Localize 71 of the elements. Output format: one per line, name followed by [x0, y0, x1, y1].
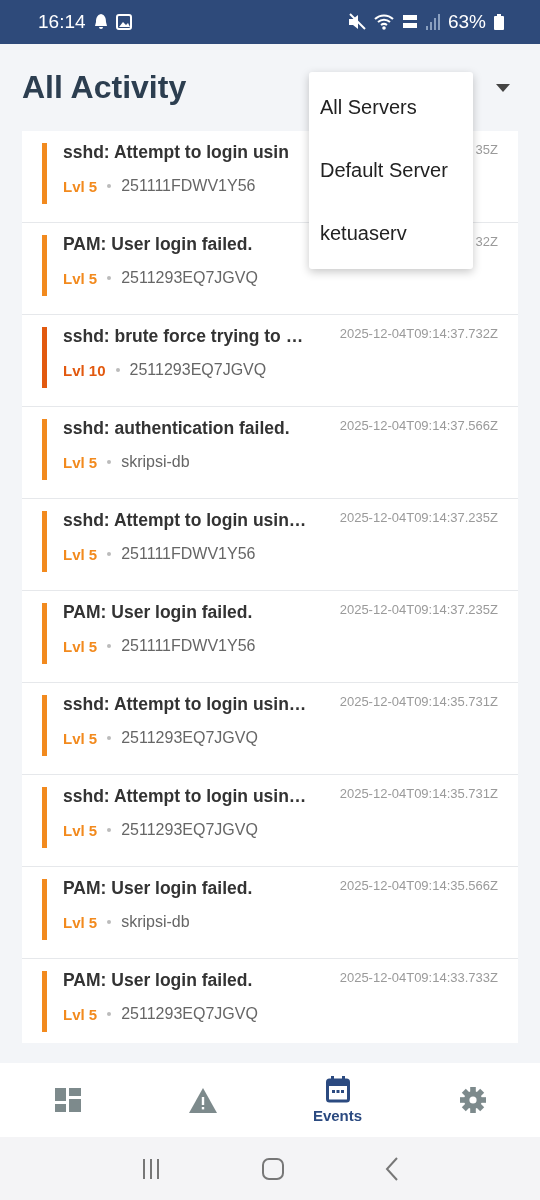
back-icon[interactable] — [385, 1156, 400, 1181]
event-title: sshd: Attempt to login usin… — [63, 786, 308, 807]
event-title: PAM: User login failed. — [63, 970, 254, 991]
event-level: Lvl 5 — [63, 913, 98, 931]
battery-percentage: 63% — [447, 11, 486, 33]
dropdown-caret-icon[interactable] — [496, 83, 510, 92]
event-title: sshd: authentication failed. — [63, 418, 291, 439]
event-timestamp: 2025-12-04T09:14:33.733Z — [339, 970, 498, 985]
event-title: sshd: Attempt to login usin… — [63, 694, 308, 715]
event-timestamp: 2025-12-04T09:14:35.731Z — [339, 786, 498, 801]
event-timestamp: 2025-12-04T09:14:35.566Z — [339, 878, 498, 893]
separator-dot — [107, 1012, 112, 1016]
event-host: 2511293EQ7JGVQ — [129, 361, 267, 379]
event-level: Lvl 5 — [63, 637, 98, 655]
event-title: PAM: User login failed. — [63, 602, 254, 623]
separator-dot — [107, 552, 112, 556]
event-timestamp: 2025-12-04T09:14:37.235Z — [339, 602, 498, 617]
event-timestamp: 2025-12-04T09:14:37.566Z — [339, 418, 498, 433]
recent-apps-icon[interactable] — [140, 1157, 161, 1180]
event-host: 2511293EQ7JGVQ — [121, 1005, 258, 1023]
event-title: sshd: brute force trying to … — [63, 326, 305, 347]
event-level: Lvl 10 — [63, 361, 106, 379]
event-timestamp: 2025-12-04T09:14:35.731Z — [339, 694, 498, 709]
settings-icon — [459, 1087, 486, 1113]
calendar-icon — [325, 1076, 350, 1103]
event-host: 2511293EQ7JGVQ — [121, 729, 258, 747]
menu-item[interactable]: ketuaserv — [309, 202, 473, 265]
dashboard-icon — [54, 1088, 81, 1112]
event-host: skripsi-db — [121, 453, 190, 471]
separator-dot — [115, 368, 120, 372]
event-timestamp: 32Z — [475, 234, 498, 249]
event-level: Lvl 5 — [63, 545, 98, 563]
muted-speaker-icon — [347, 13, 366, 31]
separator-dot — [107, 736, 112, 740]
event-timestamp: 35Z — [475, 142, 498, 157]
wifi-icon — [373, 14, 394, 30]
clock: 16:14 — [38, 11, 86, 33]
separator-dot — [107, 920, 112, 924]
event-host: skripsi-db — [121, 913, 190, 931]
battery-icon — [494, 14, 504, 30]
event-host: 2511293EQ7JGVQ — [121, 821, 258, 839]
event-host: 251111FDWV1Y56 — [121, 545, 256, 563]
event-title: sshd: Attempt to login usin — [63, 142, 290, 163]
separator-dot — [107, 460, 112, 464]
page-title: All Activity — [22, 69, 188, 106]
event-host: 2511293EQ7JGVQ — [121, 269, 258, 287]
separator-dot — [107, 276, 112, 280]
bell-icon — [93, 14, 108, 30]
signal-icon — [425, 14, 440, 30]
event-host: 251111FDWV1Y56 — [121, 177, 256, 195]
menu-item[interactable]: Default Server — [309, 139, 473, 202]
event-timestamp: 2025-12-04T09:14:37.732Z — [339, 326, 498, 341]
separator-dot — [107, 184, 112, 188]
event-title: sshd: Attempt to login usin… — [63, 510, 308, 531]
event-title: PAM: User login failed. — [63, 234, 254, 255]
menu-item[interactable]: All Servers — [309, 76, 473, 139]
home-icon[interactable] — [262, 1157, 284, 1180]
separator-dot — [107, 828, 112, 832]
lte-icon — [401, 13, 418, 31]
warning-icon — [188, 1087, 217, 1113]
event-timestamp: 2025-12-04T09:14:37.235Z — [339, 510, 498, 525]
event-level: Lvl 5 — [63, 453, 98, 471]
event-host: 251111FDWV1Y56 — [121, 637, 256, 655]
event-level: Lvl 5 — [63, 1005, 98, 1023]
event-level: Lvl 5 — [63, 821, 98, 839]
image-icon — [115, 14, 132, 30]
event-level: Lvl 5 — [63, 729, 98, 747]
event-title: PAM: User login failed. — [63, 878, 254, 899]
separator-dot — [107, 644, 112, 648]
event-level: Lvl 5 — [63, 177, 98, 195]
event-level: Lvl 5 — [63, 269, 98, 287]
